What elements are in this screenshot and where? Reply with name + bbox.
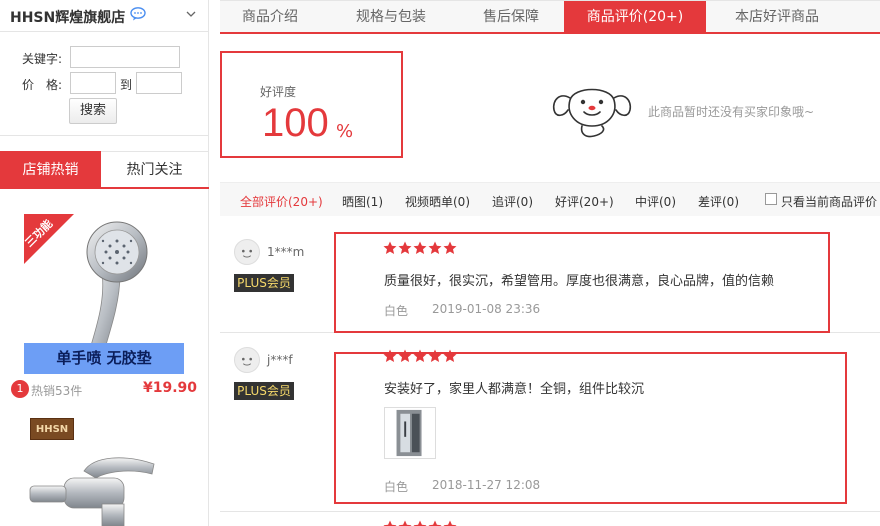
user-avatar[interactable] <box>234 239 260 265</box>
search-button[interactable]: 搜索 <box>69 98 117 124</box>
star-icon <box>413 241 427 254</box>
tab-reviews[interactable]: 商品评价(20+) <box>564 1 706 33</box>
review-stars <box>383 241 458 255</box>
price-label: 价 格: <box>22 78 63 92</box>
shop-search: 关键字: 价 格: 到 搜索 <box>0 33 209 136</box>
review-stars <box>383 349 458 363</box>
current-only-label[interactable]: 只看当前商品评价 <box>781 193 877 210</box>
rating-summary: 好评度 100 % <box>220 51 403 158</box>
current-only-checkbox[interactable] <box>765 193 777 205</box>
review-photo-thumbnail[interactable] <box>384 407 436 459</box>
rank-badge: 1 <box>11 380 29 398</box>
chevron-down-icon[interactable] <box>186 10 196 18</box>
review-text: 质量很好，很实沉，希望管用。厚度也很满意，良心品牌，值的信赖 <box>384 274 775 289</box>
price-max-input[interactable] <box>136 72 182 94</box>
product-price[interactable]: ¥19.90 <box>143 380 197 396</box>
tab-shop-top-rated[interactable]: 本店好评商品 <box>720 1 834 33</box>
tab-hot-sales[interactable]: 店铺热销 <box>0 151 101 189</box>
tab-spec-package[interactable]: 规格与包装 <box>335 1 447 33</box>
plus-member-badge: PLUS会员 <box>234 274 294 292</box>
chat-icon[interactable] <box>130 7 146 21</box>
keyword-label: 关键字: <box>22 52 63 66</box>
filter-follow-up[interactable]: 追评(0) <box>492 193 533 210</box>
star-icon <box>443 241 457 254</box>
tab-product-intro[interactable]: 商品介绍 <box>220 1 320 33</box>
rating-unit: % <box>336 121 354 142</box>
product-detail: 商品介绍 规格与包装 售后保障 商品评价(20+) 本店好评商品 好评度 100… <box>220 0 880 526</box>
star-icon <box>443 349 457 362</box>
filter-video[interactable]: 视频晒单(0) <box>405 193 470 210</box>
star-icon <box>428 349 442 362</box>
filter-positive[interactable]: 好评(20+) <box>555 193 614 210</box>
review-stars <box>383 520 458 526</box>
shop-header: HHSN辉煌旗舰店 <box>0 0 209 32</box>
detail-tabs: 商品介绍 规格与包装 售后保障 商品评价(20+) 本店好评商品 <box>220 0 880 34</box>
plus-member-badge: PLUS会员 <box>234 382 294 400</box>
star-icon <box>398 241 412 254</box>
star-icon <box>383 520 397 526</box>
filter-negative[interactable]: 差评(0) <box>698 193 739 210</box>
star-icon <box>428 241 442 254</box>
price-min-input[interactable] <box>70 72 116 94</box>
star-icon <box>398 520 412 526</box>
review-filter-bar: 全部评价(20+) 晒图(1) 视频晒单(0) 追评(0) 好评(20+) 中评… <box>220 182 880 216</box>
sidebar-tabs: 店铺热销 热门关注 <box>0 151 209 189</box>
star-icon <box>398 349 412 362</box>
shop-name[interactable]: HHSN辉煌旗舰店 <box>10 7 125 27</box>
star-icon <box>383 241 397 254</box>
no-impression-text: 此商品暂时还没有买家印象哦~ <box>648 105 815 119</box>
review-username[interactable]: j***f <box>267 353 293 367</box>
review-date: 2019-01-08 23:36 <box>432 302 541 316</box>
shop-sidebar: HHSN辉煌旗舰店 关键字: 价 格: 到 搜索 店铺热销 热门关注 三功能 单… <box>0 0 209 526</box>
star-icon <box>383 349 397 362</box>
price-to-label: 到 <box>120 78 133 92</box>
review-variant: 白色 <box>384 480 409 494</box>
rating-value: 100 <box>262 101 329 145</box>
brand-logo: HHSN <box>30 418 74 440</box>
filter-all[interactable]: 全部评价(20+) <box>240 193 323 210</box>
filter-neutral[interactable]: 中评(0) <box>635 193 676 210</box>
mascot-dog-icon <box>552 88 632 138</box>
star-icon <box>428 520 442 526</box>
rating-label: 好评度 <box>260 85 297 99</box>
review-text: 安装好了，家里人都满意！全铜，组件比较沉 <box>384 382 645 397</box>
star-icon <box>443 520 457 526</box>
tab-hot-follow[interactable]: 热门关注 <box>101 151 209 187</box>
tab-after-sales[interactable]: 售后保障 <box>465 1 557 33</box>
review-username[interactable]: 1***m <box>267 245 304 259</box>
promo-banner[interactable]: 单手喷 无胶垫 <box>24 343 184 374</box>
review-variant: 白色 <box>384 304 409 318</box>
sold-count: 热销53件 <box>31 384 83 398</box>
star-icon <box>413 349 427 362</box>
user-avatar[interactable] <box>234 347 260 373</box>
keyword-input[interactable] <box>70 46 180 68</box>
review-date: 2018-11-27 12:08 <box>432 478 541 492</box>
filter-photos[interactable]: 晒图(1) <box>342 193 383 210</box>
star-icon <box>413 520 427 526</box>
